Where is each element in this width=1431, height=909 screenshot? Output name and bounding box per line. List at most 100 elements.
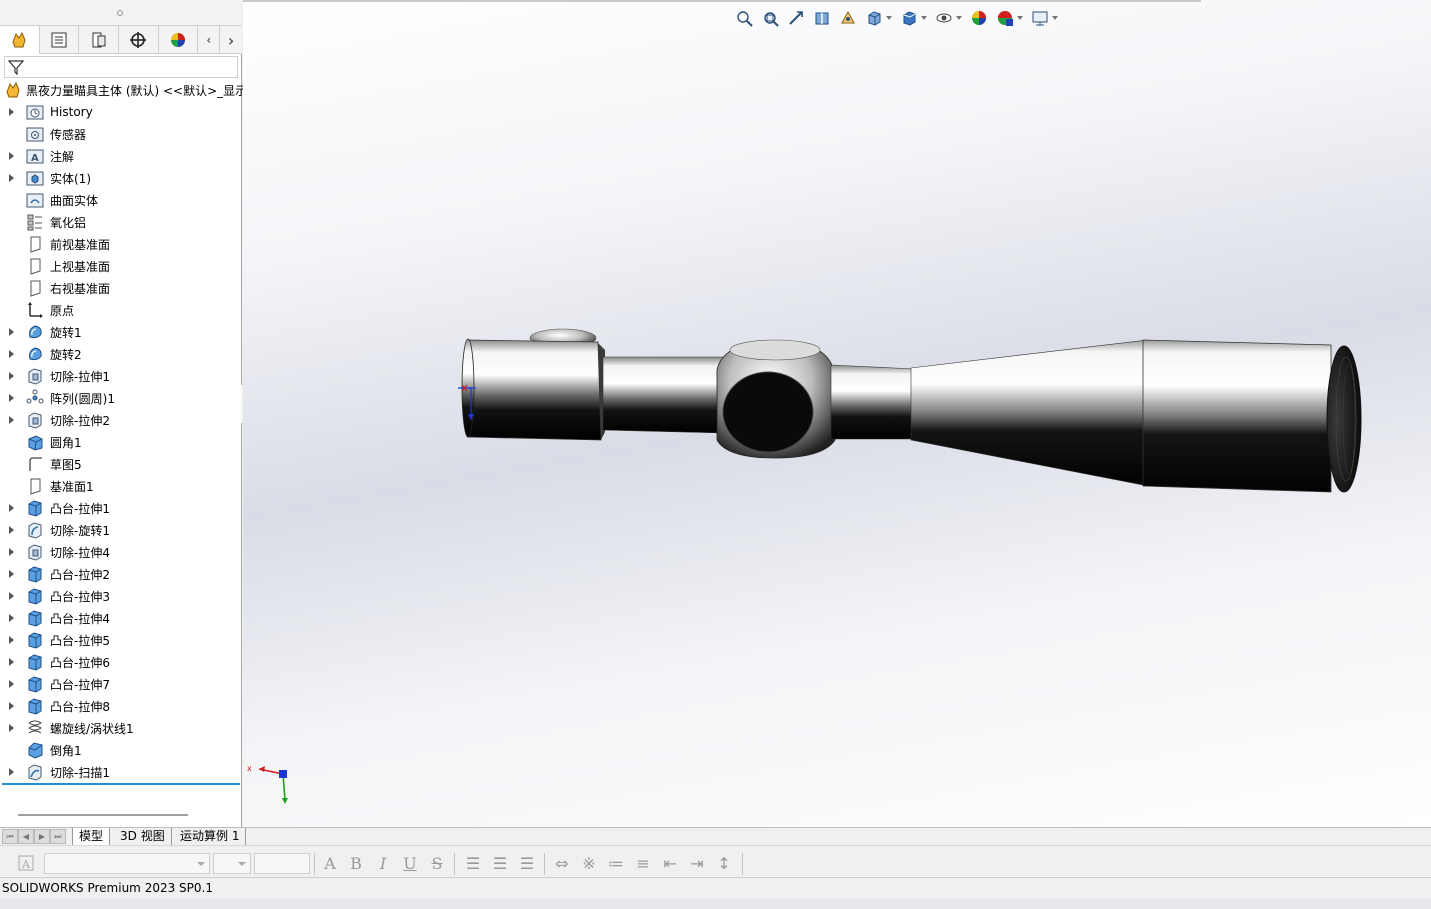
featuremanager-tab[interactable] bbox=[0, 26, 40, 54]
bullets-icon[interactable]: ≔ bbox=[605, 853, 627, 873]
tree-item[interactable]: 凸台-拉伸5 bbox=[0, 629, 242, 651]
tree-root-part[interactable]: 黑夜力量瞄具主体 (默认) <<默认>_显示 bbox=[0, 79, 247, 101]
tree-item[interactable]: 倒角1 bbox=[0, 739, 242, 761]
solidworks-window: { "feature_manager": { "tabs": [ {"name"… bbox=[0, 0, 1431, 909]
expand-arrow-icon[interactable] bbox=[9, 394, 14, 402]
expand-arrow-icon[interactable] bbox=[9, 504, 14, 512]
tree-item[interactable]: 上视基准面 bbox=[0, 255, 242, 277]
crosshair-icon bbox=[130, 32, 147, 48]
tree-item[interactable]: 凸台-拉伸7 bbox=[0, 673, 242, 695]
fit-text-icon[interactable]: ⇔ bbox=[551, 853, 573, 873]
tree-item[interactable]: 基准面1 bbox=[0, 475, 242, 497]
tree-filter-box[interactable] bbox=[4, 56, 238, 78]
expand-arrow-icon[interactable] bbox=[9, 724, 14, 732]
tree-item[interactable]: 切除-旋转1 bbox=[0, 519, 242, 541]
cut-extrude-icon bbox=[28, 544, 42, 561]
tree-item[interactable]: 凸台-拉伸2 bbox=[0, 563, 242, 585]
tree-item[interactable]: 凸台-拉伸4 bbox=[0, 607, 242, 629]
expand-arrow-icon[interactable] bbox=[9, 636, 14, 644]
tree-item[interactable]: 原点 bbox=[0, 299, 242, 321]
expand-arrow-icon[interactable] bbox=[9, 570, 14, 578]
tree-item[interactable]: 切除-拉伸2 bbox=[0, 409, 242, 431]
configurationmanager-tab[interactable] bbox=[79, 26, 120, 54]
expand-arrow-icon[interactable] bbox=[9, 702, 14, 710]
expand-arrow-icon[interactable] bbox=[9, 350, 14, 358]
expand-arrow-icon[interactable] bbox=[9, 108, 14, 116]
tree-item[interactable]: 阵列(圆周)1 bbox=[0, 387, 242, 409]
tree-item[interactable]: 圆角1 bbox=[0, 431, 242, 453]
numbering-icon[interactable]: ≡ bbox=[632, 853, 654, 873]
tree-horizontal-scrollbar[interactable] bbox=[18, 814, 188, 816]
expand-arrow-icon[interactable] bbox=[9, 328, 14, 336]
tab-navigation: ⏮ ◀ ▶ ⏭ bbox=[2, 829, 66, 844]
tree-item[interactable]: 传感器 bbox=[0, 123, 242, 145]
expand-arrow-icon[interactable] bbox=[9, 592, 14, 600]
tree-item[interactable]: 凸台-拉伸3 bbox=[0, 585, 242, 607]
tree-item[interactable]: 螺旋线/涡状线1 bbox=[0, 717, 242, 739]
tree-item[interactable]: 旋转2 bbox=[0, 343, 242, 365]
tree-item[interactable]: History bbox=[0, 101, 242, 123]
align-center-icon[interactable]: ☰ bbox=[489, 853, 511, 873]
align-right-icon[interactable]: ☰ bbox=[516, 853, 538, 873]
expand-arrow-icon[interactable] bbox=[9, 768, 14, 776]
rifle-scope-model[interactable] bbox=[243, 0, 1431, 827]
expand-arrow-icon[interactable] bbox=[9, 372, 14, 380]
tree-item-label: 倒角1 bbox=[50, 743, 82, 758]
next-tab-icon[interactable]: ▶ bbox=[34, 829, 50, 844]
graphics-area[interactable]: x bbox=[243, 0, 1431, 827]
line-spacing-icon[interactable]: ↕ bbox=[713, 853, 735, 873]
strikethrough-button[interactable]: S bbox=[427, 853, 447, 873]
displaymanager-tab[interactable] bbox=[159, 26, 199, 54]
tree-item[interactable]: 氧化铝 bbox=[0, 211, 242, 233]
tree-item[interactable]: 前视基准面 bbox=[0, 233, 242, 255]
bold-button[interactable]: B bbox=[346, 853, 366, 873]
expand-arrow-icon[interactable] bbox=[9, 174, 14, 182]
font-name-select[interactable] bbox=[44, 853, 210, 874]
decrease-indent-icon[interactable]: ⇤ bbox=[659, 853, 681, 873]
increase-indent-icon[interactable]: ⇥ bbox=[686, 853, 708, 873]
tab-model[interactable]: 模型 bbox=[72, 828, 111, 845]
tree-item[interactable]: 曲面实体 bbox=[0, 189, 242, 211]
manager-tabs: ‹ › bbox=[0, 26, 242, 54]
propertymanager-tab[interactable] bbox=[40, 26, 80, 54]
panel-collapse-strip[interactable] bbox=[0, 0, 242, 26]
tree-item[interactable]: 凸台-拉伸6 bbox=[0, 651, 242, 673]
expand-arrow-icon[interactable] bbox=[9, 548, 14, 556]
tree-item[interactable]: 旋转1 bbox=[0, 321, 242, 343]
first-tab-icon[interactable]: ⏮ bbox=[2, 829, 18, 844]
tree-item[interactable]: 凸台-拉伸8 bbox=[0, 695, 242, 717]
tree-item[interactable]: 草图5 bbox=[0, 453, 242, 475]
font-point-input[interactable] bbox=[254, 853, 310, 874]
tab-motion-study[interactable]: 运动算例 1 bbox=[174, 828, 247, 845]
expand-arrow-icon[interactable] bbox=[9, 526, 14, 534]
tree-item-label: 曲面实体 bbox=[50, 193, 99, 208]
tree-item[interactable]: 实体(1) bbox=[0, 167, 242, 189]
tree-item[interactable]: 切除-拉伸1 bbox=[0, 365, 242, 387]
expand-arrow-icon[interactable] bbox=[9, 614, 14, 622]
tree-item[interactable]: 切除-扫描1 bbox=[0, 761, 242, 783]
expand-arrow-icon[interactable] bbox=[9, 658, 14, 666]
text-color-icon[interactable]: A bbox=[320, 853, 340, 873]
tab-3d-view[interactable]: 3D 视图 bbox=[114, 828, 172, 845]
italic-button[interactable]: I bbox=[373, 853, 393, 873]
symbol-icon[interactable]: ※ bbox=[578, 853, 600, 873]
tree-item-label: 切除-拉伸1 bbox=[50, 369, 110, 384]
align-left-icon[interactable]: ☰ bbox=[462, 853, 484, 873]
last-tab-icon[interactable]: ⏭ bbox=[50, 829, 66, 844]
tree-item[interactable]: 右视基准面 bbox=[0, 277, 242, 299]
tree-item[interactable]: 凸台-拉伸1 bbox=[0, 497, 242, 519]
tree-item[interactable]: 切除-拉伸4 bbox=[0, 541, 242, 563]
tree-item[interactable]: A 注解 bbox=[0, 145, 242, 167]
tabs-scroll-right[interactable]: › bbox=[220, 26, 242, 54]
expand-arrow-icon[interactable] bbox=[9, 680, 14, 688]
tabs-scroll-left[interactable]: ‹ bbox=[198, 26, 221, 54]
font-size-select[interactable] bbox=[213, 853, 251, 874]
toolbar-separator bbox=[544, 853, 545, 875]
dimxpert-tab[interactable] bbox=[119, 26, 159, 54]
previous-tab-icon[interactable]: ◀ bbox=[18, 829, 34, 844]
rollback-bar[interactable] bbox=[2, 783, 240, 785]
expand-arrow-icon[interactable] bbox=[9, 416, 14, 424]
underline-button[interactable]: U bbox=[400, 853, 420, 873]
text-style-icon[interactable]: A bbox=[16, 853, 36, 873]
expand-arrow-icon[interactable] bbox=[9, 152, 14, 160]
